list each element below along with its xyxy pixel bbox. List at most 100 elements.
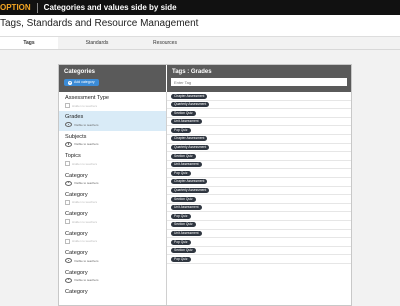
tag-chip[interactable]: Quarterly Assessment (171, 102, 210, 108)
visibility-status[interactable]: Visible to teachers (65, 258, 98, 264)
hidden-icon (65, 238, 70, 244)
tag-chip[interactable]: Section Quiz (171, 153, 196, 159)
tag-row: Section Quiz (167, 109, 351, 118)
category-item[interactable]: Category Visible to teachers (59, 267, 166, 286)
tag-row: Section Quiz (167, 152, 351, 161)
eye-icon (65, 277, 72, 283)
visibility-label: Visible to teachers (74, 142, 99, 147)
tab-resources[interactable]: Resources (126, 37, 204, 49)
tag-chip[interactable]: Pop Quiz (171, 256, 191, 262)
visibility-status[interactable]: Visible to teachers (65, 180, 99, 186)
category-name: Category (65, 230, 88, 237)
tag-row: Section Quiz (167, 247, 351, 256)
values-header: Tags : Grades (167, 65, 351, 92)
category-name: Category (65, 288, 88, 295)
visibility-label: Hidden to teachers (72, 239, 98, 244)
tag-row: Section Quiz (167, 195, 351, 204)
tag-row: Quarterly Assessment (167, 187, 351, 196)
tag-chip[interactable]: Unit Assessment (171, 119, 202, 125)
category-item[interactable]: Category Hidden to teachers (59, 228, 166, 247)
hidden-icon (65, 103, 70, 108)
tag-chip[interactable]: Section Quiz (171, 196, 196, 202)
visibility-label: Hidden to teachers (72, 219, 98, 224)
tag-chip[interactable]: Unit Assessment (171, 231, 202, 236)
category-name: Subjects (65, 133, 87, 140)
tag-row: Unit Assessment (167, 161, 351, 170)
tag-row: Unit Assessment (167, 230, 351, 239)
tag-chip[interactable]: Section Quiz (171, 222, 196, 228)
tag-chip[interactable]: Unit Assessment (171, 205, 202, 211)
hidden-icon (65, 199, 70, 205)
add-category-button[interactable]: + Add category (64, 79, 99, 86)
visibility-label: Visible to teachers (74, 278, 99, 283)
category-name: Category (65, 211, 88, 218)
category-name: Assessment Type (65, 95, 110, 101)
visibility-label: Hidden to teachers (72, 161, 98, 166)
category-item[interactable]: Category Visible to teachers (59, 247, 166, 266)
tag-list: Chapter Assessment Quarterly Assessment Se… (167, 92, 351, 305)
category-item[interactable]: Subjects Visible to teachers (59, 131, 166, 150)
visibility-status[interactable]: Hidden to teachers (65, 238, 98, 244)
tag-management-panel: Categories + Add category Tags : Grades … (58, 64, 352, 306)
visibility-label: Visible to teachers (74, 122, 99, 127)
visibility-status[interactable]: Hidden to teachers (65, 199, 98, 205)
hidden-icon (65, 219, 70, 225)
visibility-label: Visible to teachers (74, 181, 99, 186)
category-item[interactable]: Grades Visible to teachers (59, 111, 166, 131)
tag-row: Pop Quiz (167, 126, 351, 135)
tag-chip[interactable]: Pop Quiz (171, 213, 191, 219)
tag-row: Quarterly Assessment (167, 144, 351, 153)
visibility-status[interactable]: Visible to teachers (65, 122, 99, 128)
page-header: Tags, Standards and Resource Management (0, 15, 400, 37)
categories-title: Categories (64, 69, 96, 75)
tag-chip[interactable]: Chapter Assessment (171, 93, 208, 99)
eye-icon (65, 141, 72, 147)
category-name: Category (65, 191, 88, 198)
visibility-label: Hidden to teachers (72, 200, 98, 205)
category-item[interactable]: Category Hidden to teachers (59, 208, 166, 227)
app-header-bar: OPTION Categories and values side by sid… (0, 0, 400, 15)
tag-chip[interactable]: Pop Quiz (171, 127, 191, 133)
tab-tags[interactable]: Tags (0, 37, 58, 49)
tag-chip[interactable]: Quarterly Assessment (171, 188, 210, 194)
visibility-status[interactable]: Hidden to teachers (65, 219, 98, 225)
tag-row: Pop Quiz (167, 255, 351, 264)
category-name: Topics (65, 153, 81, 160)
tag-chip[interactable]: Unit Assessment (171, 162, 202, 168)
visibility-label: Hidden to teachers (72, 103, 98, 108)
tag-chip[interactable]: Pop Quiz (171, 239, 191, 245)
tag-row: Quarterly Assessment (167, 101, 351, 110)
page-title: Tags, Standards and Resource Management (0, 18, 199, 29)
tag-chip[interactable]: Pop Quiz (171, 170, 191, 176)
visibility-status[interactable]: Hidden to teachers (65, 161, 98, 167)
visibility-status[interactable]: Visible to teachers (65, 277, 99, 283)
tag-row: Unit Assessment (167, 204, 351, 213)
category-item[interactable]: Category Hidden to teachers (59, 189, 166, 208)
tag-row: Pop Quiz (167, 212, 351, 221)
category-item[interactable]: Topics Hidden to teachers (59, 150, 166, 169)
tag-chip[interactable]: Chapter Assessment (171, 179, 208, 185)
tag-row: Pop Quiz (167, 238, 351, 247)
tag-chip[interactable]: Quarterly Assessment (171, 145, 210, 151)
category-item[interactable]: Category (59, 286, 166, 305)
visibility-status[interactable]: Hidden to teachers (65, 103, 97, 108)
category-name: Category (65, 269, 88, 276)
eye-icon (65, 122, 72, 128)
tag-row: Chapter Assessment (167, 135, 351, 144)
tag-chip[interactable]: Chapter Assessment (171, 136, 208, 142)
plus-icon: + (68, 79, 72, 85)
visibility-status[interactable]: Visible to teachers (65, 141, 99, 147)
tag-chip[interactable]: Section Quiz (171, 248, 196, 254)
categories-header: Categories + Add category (59, 65, 166, 92)
category-item[interactable]: Category Visible to teachers (59, 170, 166, 189)
category-list: Assessment Type Hidden to teachers Grades V… (59, 92, 166, 305)
category-item[interactable]: Assessment Type Hidden to teachers (59, 92, 166, 111)
tag-row: Section Quiz (167, 221, 351, 230)
add-category-label: Add category (74, 80, 95, 84)
tag-chip[interactable]: Section Quiz (171, 110, 196, 116)
tab-standards[interactable]: Standards (58, 37, 136, 49)
tag-row: Chapter Assessment (167, 92, 351, 101)
category-name: Grades (65, 114, 84, 121)
eye-icon (65, 180, 72, 186)
enter-tag-input[interactable] (171, 78, 347, 86)
